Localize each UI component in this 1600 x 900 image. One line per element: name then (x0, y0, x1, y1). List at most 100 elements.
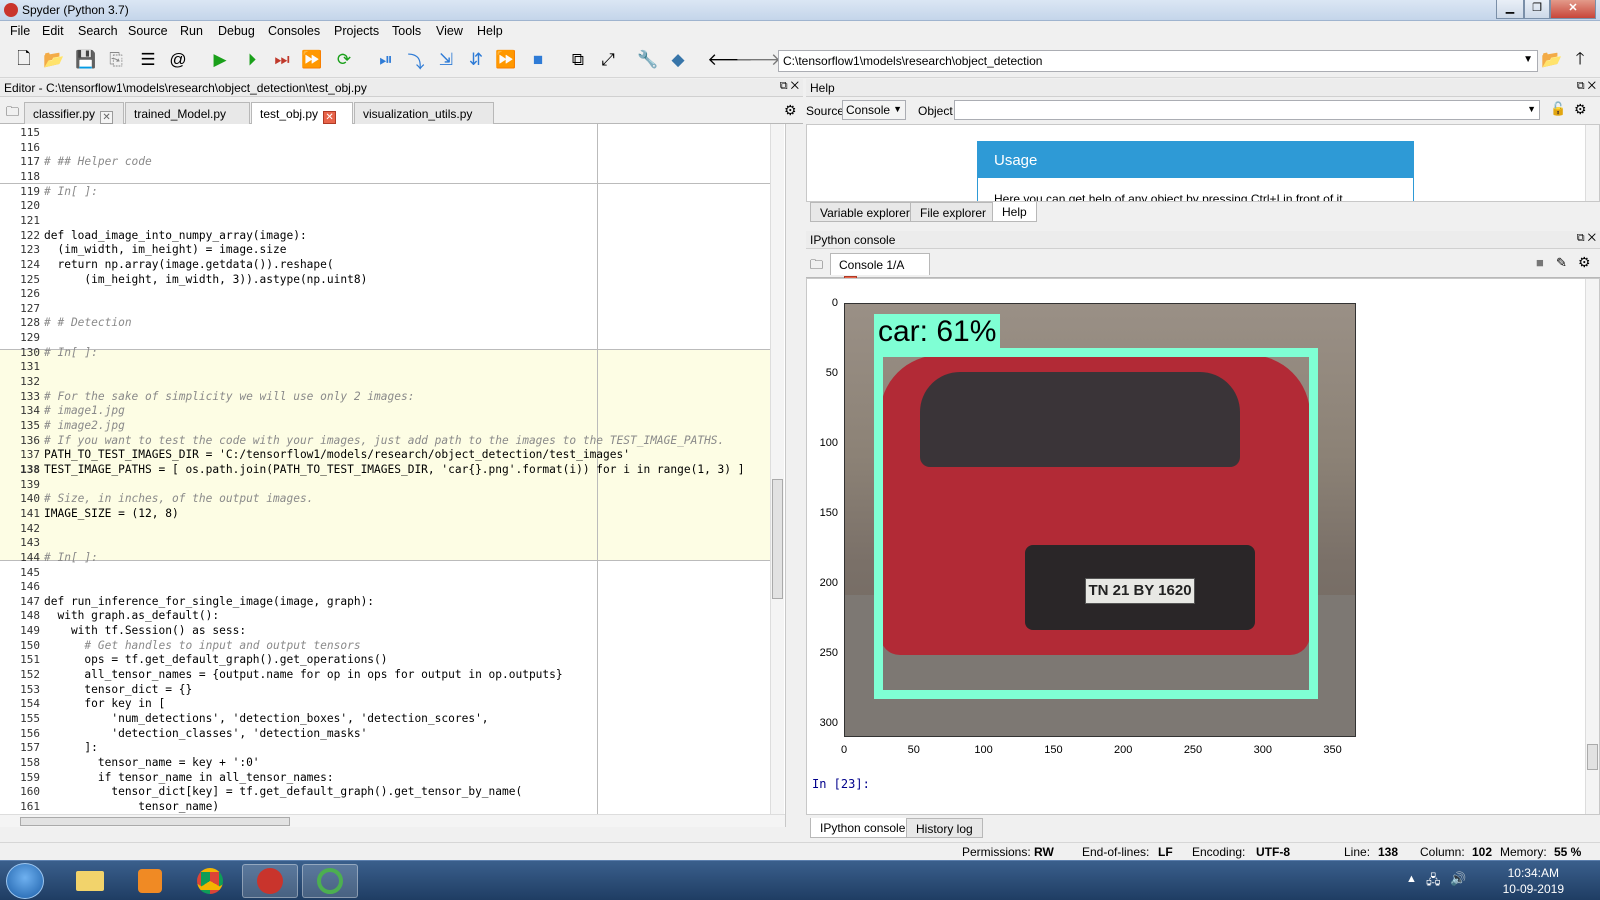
run-cell-icon[interactable]: ⏵ (240, 48, 264, 72)
chevron-down-icon[interactable]: ▼ (1523, 54, 1533, 65)
clock-date: 10-09-2019 (1502, 882, 1564, 896)
list-icon[interactable]: ☰ (136, 48, 160, 72)
maximize-button[interactable]: ❐ (1524, 0, 1550, 19)
console-title: IPython console (810, 233, 896, 247)
new-file-icon[interactable]: 🗋 (12, 48, 36, 72)
editor-vertical-scrollbar[interactable] (770, 124, 784, 814)
media-player-icon[interactable] (122, 864, 178, 898)
pane-controls[interactable]: ⧉ ✕ (1577, 80, 1596, 93)
y-tick-label: 100 (819, 437, 838, 449)
maximize-pane-icon[interactable]: ⧉ (566, 48, 590, 72)
close-icon[interactable]: ✕ (100, 111, 114, 124)
line-number: 150 (20, 638, 40, 652)
line-number: 135 (20, 419, 40, 432)
run-cell-advance-icon[interactable]: ⏭ (270, 48, 294, 72)
tab-trained-model[interactable]: trained_Model.py✕ (125, 102, 250, 138)
working-directory-input[interactable]: C:\tensorflow1\models\research\object_de… (778, 50, 1538, 72)
menu-projects[interactable]: Projects (334, 24, 379, 38)
save-all-icon[interactable]: ⎘ (104, 48, 128, 72)
clock[interactable]: 10:34:AM 10-09-2019 (1503, 865, 1564, 897)
code-line: # Size, in inches, of the output images. (44, 492, 314, 506)
tab-file-explorer[interactable]: File explorer (910, 202, 997, 222)
object-label: Object (918, 104, 953, 118)
x-tick-label: 200 (1114, 744, 1133, 756)
code-line: tensor_name) (44, 799, 220, 813)
file-explorer-icon[interactable] (62, 864, 118, 898)
stop-debug-icon[interactable]: ■ (526, 48, 550, 72)
network-icon[interactable]: 🖧 (1426, 871, 1441, 893)
open-file-icon[interactable]: 📂 (42, 48, 66, 72)
close-icon[interactable]: ✕ (323, 111, 337, 124)
at-icon[interactable]: @ (166, 48, 190, 72)
pane-controls[interactable]: ⧉ ✕ (1577, 232, 1596, 245)
line-number: 136 (20, 433, 40, 447)
save-icon[interactable]: 💾 (74, 48, 98, 72)
start-button[interactable] (6, 863, 44, 899)
tab-variable-explorer[interactable]: Variable explorer (810, 202, 920, 222)
menu-consoles[interactable]: Consoles (268, 24, 320, 38)
code-line: def load_image_into_numpy_array(image): (44, 228, 307, 242)
menu-help[interactable]: Help (477, 24, 503, 38)
editor-horizontal-scrollbar[interactable] (0, 814, 785, 827)
tab-history-log[interactable]: History log (906, 818, 983, 838)
eraser-icon[interactable]: ✎ (1556, 255, 1567, 271)
minimize-button[interactable]: ▁ (1496, 0, 1524, 19)
line-number: 145 (20, 565, 40, 579)
menu-tools[interactable]: Tools (392, 24, 421, 38)
console-scrollbar[interactable] (1585, 279, 1599, 814)
fullscreen-icon[interactable]: ⤢ (596, 48, 620, 72)
loading-app-icon[interactable] (302, 864, 358, 898)
lock-icon[interactable]: 🔓 (1550, 101, 1566, 117)
preferences-icon[interactable]: 🔧 (636, 48, 660, 72)
close-button[interactable]: ✕ (1550, 0, 1596, 19)
step-into-icon[interactable]: ⇲ (434, 48, 458, 72)
step-return-icon[interactable]: ⇵ (464, 48, 488, 72)
python-path-icon[interactable]: ◆ (666, 48, 690, 72)
stop-icon[interactable]: ■ (1536, 255, 1544, 270)
scroll-thumb[interactable] (1587, 744, 1598, 770)
tab-help[interactable]: Help (992, 202, 1037, 222)
gear-icon[interactable]: ⚙ (1574, 101, 1587, 118)
volume-icon[interactable]: 🔊 (1450, 871, 1466, 887)
menu-debug[interactable]: Debug (218, 24, 255, 38)
gear-icon[interactable]: ⚙ (1578, 254, 1591, 271)
menu-search[interactable]: Search (78, 24, 118, 38)
run-selection-icon[interactable]: ⏩ (300, 48, 324, 72)
menu-view[interactable]: View (436, 24, 463, 38)
chrome-icon[interactable] (182, 864, 238, 898)
browse-tabs-icon[interactable]: 🗀 (6, 103, 19, 125)
forward-arrow-icon[interactable]: 🡒 (735, 48, 781, 72)
debug-icon[interactable]: ⏯ (374, 48, 398, 72)
usage-text: Here you can get help of any object by p… (994, 192, 1343, 202)
source-select[interactable]: Console ▼ (842, 100, 906, 120)
menu-source[interactable]: Source (128, 24, 168, 38)
scroll-thumb[interactable] (772, 479, 783, 599)
tab-test-obj[interactable]: test_obj.py ✕ (251, 102, 353, 124)
line-number: 126 (20, 287, 40, 301)
parent-dir-icon[interactable]: 🡑 (1568, 48, 1592, 72)
tab-console-1a[interactable]: Console 1/A✕ (830, 253, 930, 289)
menu-run[interactable]: Run (180, 24, 203, 38)
tab-ipython-console[interactable]: IPython console (810, 818, 916, 838)
gear-icon[interactable]: ⚙ (784, 102, 797, 119)
menu-edit[interactable]: Edit (42, 24, 64, 38)
scroll-thumb[interactable] (20, 817, 290, 826)
eol-value: LF (1158, 845, 1173, 859)
run-icon[interactable]: ▶ (208, 48, 232, 72)
browse-tabs-icon[interactable]: 🗀 (810, 256, 823, 278)
pane-controls[interactable]: ⧉ ✕ (780, 80, 799, 93)
tab-classifier[interactable]: classifier.py ✕ (24, 102, 124, 124)
tray-arrow-icon[interactable]: ▲ (1406, 873, 1417, 885)
status-bar: Permissions: RW End-of-lines: LF Encodin… (0, 842, 1600, 860)
step-icon[interactable]: ⤵ (404, 48, 428, 72)
help-scrollbar[interactable] (1585, 125, 1599, 201)
continue-icon[interactable]: ⏩ (494, 48, 518, 72)
object-input[interactable]: ▼ (954, 100, 1540, 120)
code-editor[interactable]: 115 116 117 # ## Helper code 118 119 # In[ ]: 1… (0, 124, 786, 827)
tab-visualization-utils[interactable]: visualization_utils.py✕ (354, 102, 494, 138)
rerun-icon[interactable]: ⟳ (332, 48, 356, 72)
browse-folder-icon[interactable]: 📂 (1540, 48, 1564, 72)
console-prompt[interactable]: In [23]: (812, 777, 870, 791)
menu-file[interactable]: File (10, 24, 30, 38)
spyder-taskbar-icon[interactable] (242, 864, 298, 898)
